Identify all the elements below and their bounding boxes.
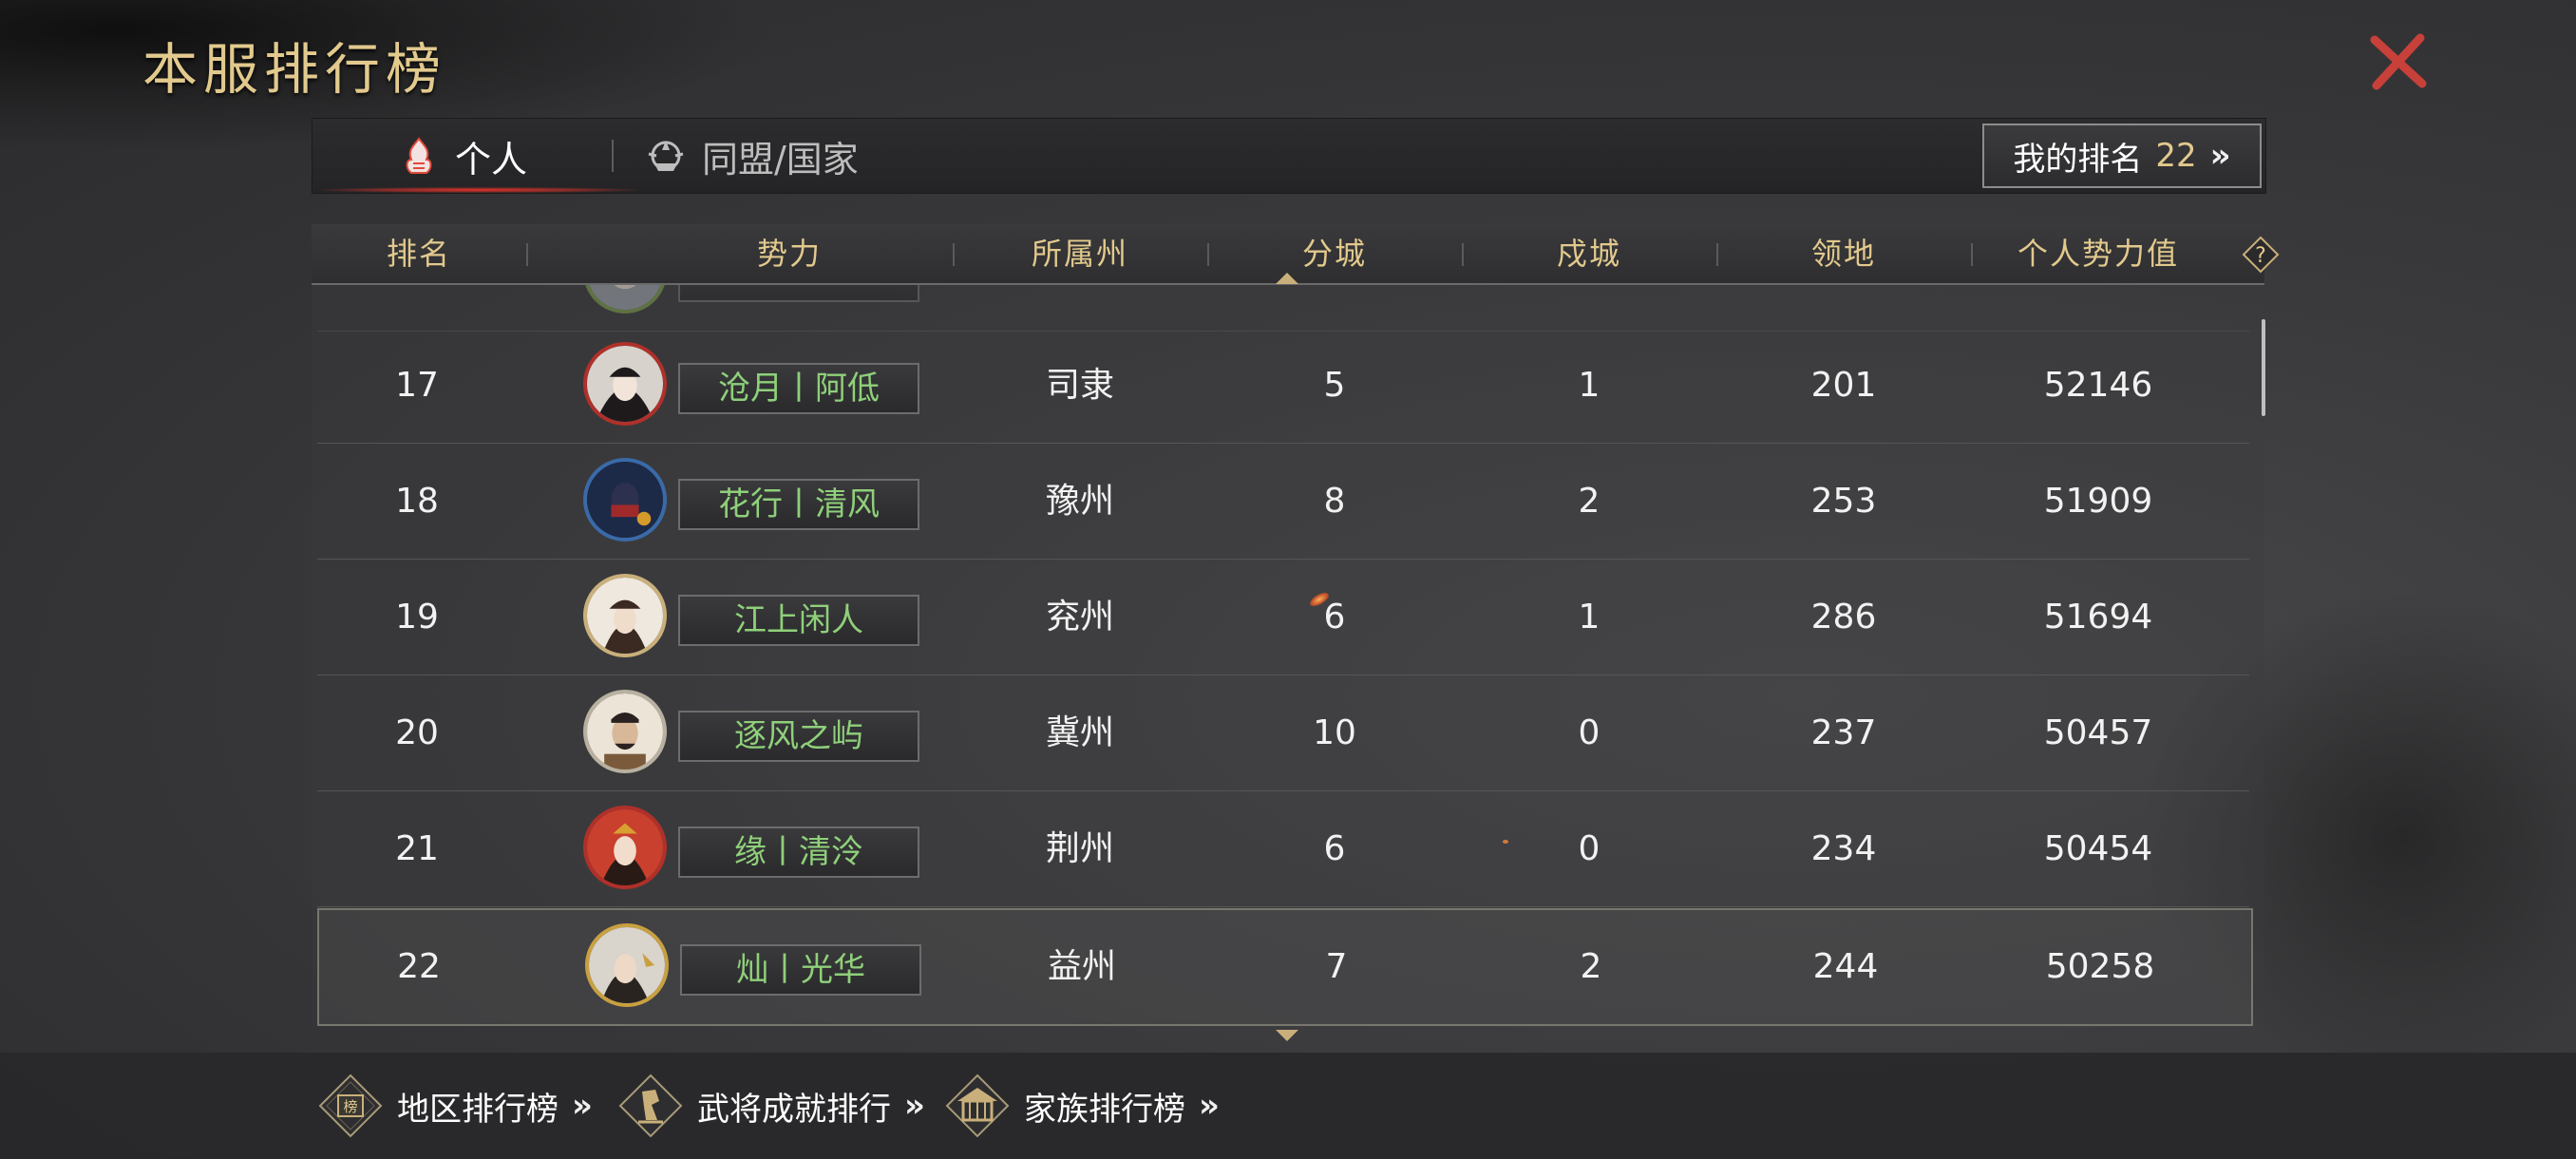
sub-cities-cell: 6 bbox=[1323, 829, 1346, 868]
clan-rank-link[interactable]: 家族排行榜 » bbox=[944, 1053, 1220, 1159]
page-title: 本服排行榜 bbox=[142, 37, 447, 102]
help-icon[interactable]: ? bbox=[2242, 236, 2280, 274]
personal-flame-icon bbox=[406, 137, 432, 174]
sub-cities-cell: 5 bbox=[1323, 366, 1346, 405]
territory-cell: 237 bbox=[1810, 713, 1877, 752]
region-rank-icon: 榜 bbox=[318, 1074, 383, 1138]
tab-personal-label: 个人 bbox=[455, 138, 528, 180]
rank-cell: 22 bbox=[397, 947, 441, 986]
garrisons-cell: 0 bbox=[1578, 829, 1601, 868]
table-row-partial bbox=[317, 285, 2249, 332]
tab-bar: 个人 同盟/国家 bbox=[312, 118, 2266, 194]
clan-hall-icon bbox=[945, 1074, 1010, 1138]
player-name[interactable]: 灿丨光华 bbox=[680, 944, 921, 996]
column-header-sub-cities[interactable]: 分城 bbox=[1207, 224, 1462, 283]
table-row[interactable]: 19 江上闲人 兖州 6 1 286 51694 bbox=[317, 560, 2249, 675]
my-rank-value: 22 bbox=[2155, 137, 2197, 175]
rank-cell: 21 bbox=[395, 829, 439, 868]
sort-up-indicator bbox=[1276, 273, 1298, 284]
garrisons-cell: 2 bbox=[1580, 947, 1602, 986]
player-name[interactable]: 花行丨清风 bbox=[678, 479, 919, 530]
tab-alliance-country[interactable]: 同盟/国家 bbox=[645, 119, 859, 193]
state-cell: 司隶 bbox=[1045, 366, 1114, 405]
rank-cell: 19 bbox=[395, 598, 439, 636]
player-name[interactable]: 沧月丨阿低 bbox=[678, 363, 919, 414]
rank-cell: 17 bbox=[395, 366, 439, 405]
state-cell: 豫州 bbox=[1045, 482, 1114, 521]
chevron-right-icon: » bbox=[2209, 137, 2231, 175]
svg-text:?: ? bbox=[2255, 244, 2266, 268]
my-rank-label: 我的排名 bbox=[2013, 140, 2143, 179]
avatar[interactable] bbox=[585, 923, 669, 1007]
table-row[interactable]: 18 花行丨清风 豫州 8 2 253 51909 bbox=[317, 445, 2249, 560]
garrisons-cell: 1 bbox=[1578, 598, 1601, 636]
column-header-garrisons[interactable]: 戍城 bbox=[1462, 224, 1716, 283]
power-cell: 52146 bbox=[2043, 366, 2153, 405]
tab-divider bbox=[612, 140, 614, 172]
region-rank-label: 地区排行榜 bbox=[397, 1090, 559, 1129]
sub-cities-cell: 6 bbox=[1323, 598, 1346, 636]
table-scrollbar[interactable] bbox=[2262, 319, 2265, 416]
rank-cell: 20 bbox=[395, 713, 439, 752]
tab-personal[interactable]: 个人 bbox=[398, 119, 527, 193]
territory-cell: 201 bbox=[1810, 366, 1877, 405]
avatar[interactable] bbox=[583, 458, 667, 542]
chevron-right-icon: » bbox=[904, 1087, 925, 1125]
sub-cities-cell: 8 bbox=[1323, 482, 1346, 521]
general-achievement-link[interactable]: 武将成就排行 » bbox=[617, 1053, 925, 1159]
state-cell: 益州 bbox=[1047, 947, 1116, 986]
chevron-right-icon: » bbox=[1199, 1087, 1220, 1125]
column-header-power[interactable]: 个人势力值 bbox=[1971, 224, 2226, 283]
avatar[interactable] bbox=[583, 342, 667, 426]
avatar bbox=[583, 285, 667, 314]
state-cell: 荆州 bbox=[1045, 829, 1114, 868]
garrisons-cell: 0 bbox=[1578, 713, 1601, 752]
scroll-down-indicator bbox=[1276, 1030, 1298, 1041]
sub-cities-cell: 7 bbox=[1325, 947, 1348, 986]
close-button[interactable] bbox=[2365, 28, 2432, 95]
general-achievement-icon bbox=[618, 1074, 683, 1138]
table-row[interactable]: 21 缘丨清泠 荆州 6 0 234 50454 bbox=[317, 792, 2249, 907]
player-name-box bbox=[678, 285, 919, 302]
power-cell: 50454 bbox=[2043, 829, 2153, 868]
power-cell: 51694 bbox=[2043, 598, 2153, 636]
clan-rank-label: 家族排行榜 bbox=[1024, 1090, 1185, 1129]
player-name[interactable]: 缘丨清泠 bbox=[678, 826, 919, 878]
power-cell: 51909 bbox=[2043, 482, 2153, 521]
rank-cell: 18 bbox=[395, 482, 439, 521]
sub-cities-cell: 10 bbox=[1313, 713, 1356, 752]
my-rank-button[interactable]: 我的排名 22 » bbox=[1982, 124, 2262, 188]
tab-alliance-label: 同盟/国家 bbox=[702, 138, 859, 180]
chevron-right-icon: » bbox=[572, 1087, 593, 1125]
column-header-territory[interactable]: 领地 bbox=[1716, 224, 1971, 283]
close-icon bbox=[2370, 33, 2427, 90]
power-cell: 50258 bbox=[2045, 947, 2155, 986]
territory-cell: 244 bbox=[1812, 947, 1879, 986]
avatar[interactable] bbox=[583, 690, 667, 773]
player-name[interactable]: 逐风之屿 bbox=[678, 711, 919, 762]
garrisons-cell: 1 bbox=[1578, 366, 1601, 405]
alliance-emblem-icon bbox=[648, 141, 684, 171]
territory-cell: 234 bbox=[1810, 829, 1877, 868]
column-header-rank: 排名 bbox=[386, 236, 451, 272]
state-cell: 兖州 bbox=[1045, 598, 1114, 636]
bottom-nav-bar: 榜 地区排行榜 » 武将成就排行 » 家族排行榜 » bbox=[0, 1053, 2576, 1159]
territory-cell: 253 bbox=[1810, 482, 1877, 521]
garrisons-cell: 2 bbox=[1578, 482, 1601, 521]
state-cell: 冀州 bbox=[1045, 713, 1114, 752]
general-achievement-label: 武将成就排行 bbox=[697, 1090, 891, 1129]
table-row-my-rank[interactable]: 22 灿丨光华 益州 7 2 244 50258 bbox=[317, 908, 2253, 1026]
region-rank-link[interactable]: 榜 地区排行榜 » bbox=[317, 1053, 593, 1159]
svg-text:榜: 榜 bbox=[343, 1098, 357, 1115]
avatar[interactable] bbox=[583, 806, 667, 889]
table-row[interactable]: 20 逐风之屿 冀州 10 0 237 50457 bbox=[317, 676, 2249, 791]
power-cell: 50457 bbox=[2043, 713, 2153, 752]
ember-particle bbox=[1503, 840, 1508, 844]
column-header-state: 所属州 bbox=[1031, 236, 1128, 272]
table-row[interactable]: 17 沧月丨阿低 司隶 5 1 201 52146 bbox=[317, 329, 2249, 444]
avatar[interactable] bbox=[583, 574, 667, 657]
ranking-table-body[interactable]: 17 沧月丨阿低 司隶 5 1 201 52146 18 花行丨清风 豫州 8 … bbox=[312, 285, 2264, 1026]
territory-cell: 286 bbox=[1810, 598, 1877, 636]
player-name[interactable]: 江上闲人 bbox=[678, 595, 919, 646]
